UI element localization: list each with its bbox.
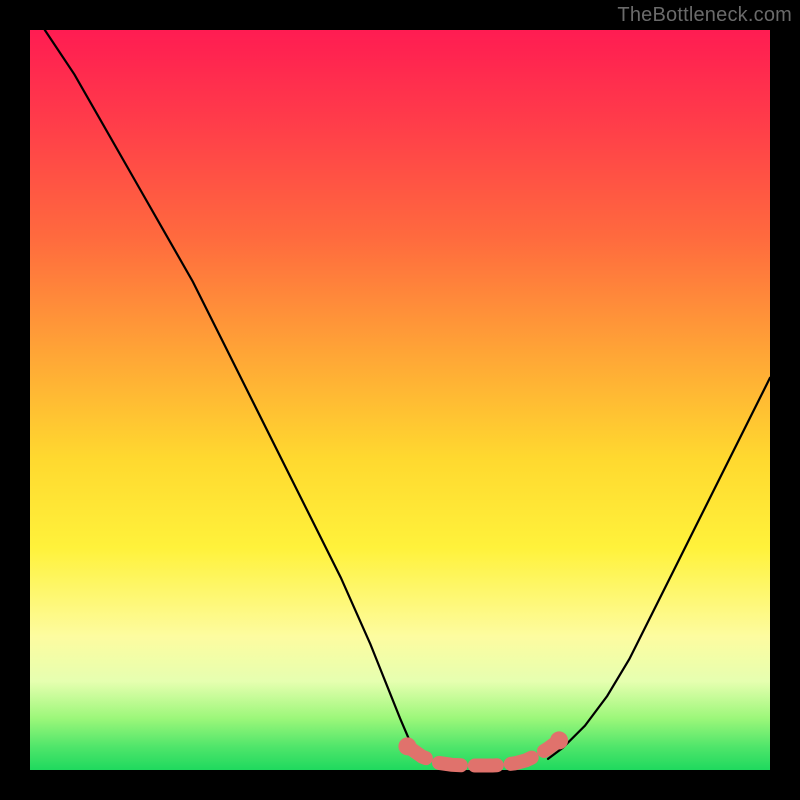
watermark-text: TheBottleneck.com	[617, 4, 792, 27]
series-flat-segment	[398, 731, 568, 765]
series-curve-left	[45, 30, 419, 759]
series-curve-right	[548, 378, 770, 759]
chart-frame: TheBottleneck.com	[0, 0, 800, 800]
plot-svg	[30, 30, 770, 770]
plot-area	[30, 30, 770, 770]
